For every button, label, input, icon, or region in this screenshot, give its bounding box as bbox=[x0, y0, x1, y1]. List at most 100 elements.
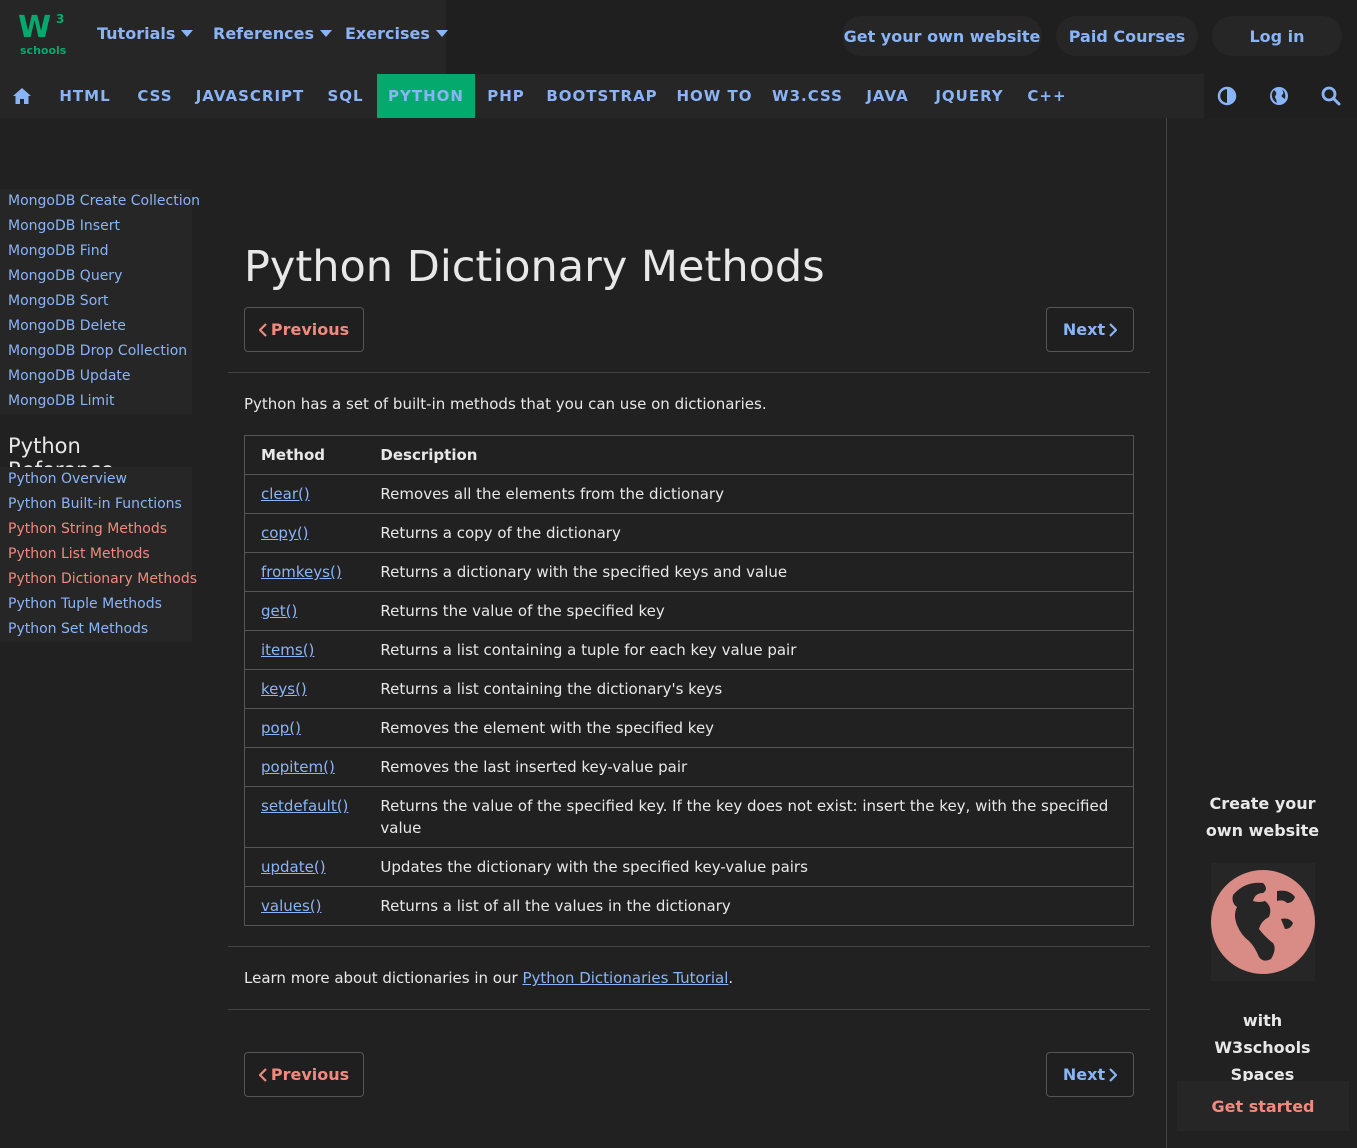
method-link-keys[interactable]: keys() bbox=[261, 680, 307, 698]
chevron-left-icon bbox=[258, 1067, 267, 1082]
method-description: Returns a dictionary with the specified … bbox=[364, 552, 1134, 592]
python-reference-links: Python Overview Python Built-in Function… bbox=[0, 467, 197, 642]
subnav-javascript[interactable]: JAVASCRIPT bbox=[186, 74, 314, 118]
logo-superscript: 3 bbox=[56, 12, 65, 26]
globe-icon bbox=[1211, 870, 1315, 974]
subnav-bootstrap[interactable]: BOOTSTRAP bbox=[537, 74, 667, 118]
get-started-button[interactable]: Get started bbox=[1177, 1081, 1349, 1131]
top-bar: W 3 schools Tutorials References Exercis… bbox=[0, 0, 1357, 74]
table-row: clear() Removes all the elements from the… bbox=[244, 474, 1134, 514]
method-description: Returns a list of all the values in the … bbox=[364, 886, 1134, 926]
references-label: References bbox=[213, 24, 314, 43]
caret-down-icon bbox=[319, 30, 332, 37]
sidebar-item-python-string-methods[interactable]: Python String Methods bbox=[0, 517, 192, 542]
method-link-popitem[interactable]: popitem() bbox=[261, 758, 335, 776]
sidebar-item-mongodb-query[interactable]: MongoDB Query bbox=[0, 264, 192, 289]
table-row: fromkeys() Returns a dictionary with the … bbox=[244, 552, 1134, 592]
w3schools-logo[interactable]: W 3 schools bbox=[18, 10, 70, 60]
subnav-cpp[interactable]: C++ bbox=[1017, 74, 1077, 118]
method-description: Removes the last inserted key-value pair bbox=[364, 747, 1134, 787]
search-button[interactable] bbox=[1309, 74, 1353, 118]
methods-table: Method Description clear() Removes all th… bbox=[244, 435, 1134, 926]
ad-globe-box bbox=[1211, 863, 1315, 981]
sidebar-item-python-builtin-functions[interactable]: Python Built-in Functions bbox=[0, 492, 192, 517]
method-link-get[interactable]: get() bbox=[261, 602, 297, 620]
ad-subline: with W3schools Spaces bbox=[1214, 1011, 1311, 1084]
table-row: values() Returns a list of all the values… bbox=[244, 886, 1134, 926]
sidebar-item-mongodb-find[interactable]: MongoDB Find bbox=[0, 239, 192, 264]
method-link-fromkeys[interactable]: fromkeys() bbox=[261, 563, 342, 581]
paid-courses-button[interactable]: Paid Courses bbox=[1056, 16, 1198, 56]
next-label: Next bbox=[1062, 320, 1106, 339]
subnav-html[interactable]: HTML bbox=[46, 74, 124, 118]
table-row: copy() Returns a copy of the dictionary bbox=[244, 513, 1134, 553]
tutorials-menu[interactable]: Tutorials bbox=[97, 24, 194, 43]
sidebar-item-mongodb-sort[interactable]: MongoDB Sort bbox=[0, 289, 192, 314]
exercises-menu[interactable]: Exercises bbox=[345, 24, 448, 43]
method-link-copy[interactable]: copy() bbox=[261, 524, 309, 542]
learn-more-text: Learn more about dictionaries in our Pyt… bbox=[244, 969, 733, 987]
sidebar-item-mongodb-insert[interactable]: MongoDB Insert bbox=[0, 214, 192, 239]
next-button-bottom[interactable]: Next bbox=[1046, 1052, 1134, 1097]
home-icon bbox=[13, 88, 31, 104]
sidebar-item-python-list-methods[interactable]: Python List Methods bbox=[0, 542, 192, 567]
sidebar-item-python-dictionary-methods[interactable]: Python Dictionary Methods bbox=[0, 567, 197, 592]
sidebar-item-mongodb-update[interactable]: MongoDB Update bbox=[0, 364, 192, 389]
tutorials-label: Tutorials bbox=[97, 24, 176, 43]
table-row: update() Updates the dictionary with the … bbox=[244, 847, 1134, 887]
method-link-items[interactable]: items() bbox=[261, 641, 314, 659]
caret-down-icon bbox=[181, 30, 194, 37]
divider bbox=[228, 1009, 1150, 1010]
subnav-css[interactable]: CSS bbox=[124, 74, 186, 118]
chevron-right-icon bbox=[1109, 1067, 1118, 1082]
logo-mark: W bbox=[18, 10, 51, 45]
chevron-right-icon bbox=[1109, 322, 1118, 337]
sidebar-item-mongodb-create-collection[interactable]: MongoDB Create Collection bbox=[0, 189, 200, 214]
home-button[interactable] bbox=[0, 74, 44, 118]
method-description: Returns a list containing a tuple for ea… bbox=[364, 630, 1134, 670]
sidebar-item-python-overview[interactable]: Python Overview bbox=[0, 467, 192, 492]
method-link-update[interactable]: update() bbox=[261, 858, 326, 876]
method-description: Returns a copy of the dictionary bbox=[364, 513, 1134, 553]
previous-button-top[interactable]: Previous bbox=[244, 307, 364, 352]
globe-icon bbox=[1270, 87, 1288, 105]
search-icon bbox=[1321, 86, 1341, 106]
subnav-howto[interactable]: HOW TO bbox=[667, 74, 762, 118]
chevron-left-icon bbox=[258, 322, 267, 337]
logo-text: schools bbox=[20, 44, 67, 57]
method-link-pop[interactable]: pop() bbox=[261, 719, 301, 737]
login-button[interactable]: Log in bbox=[1212, 16, 1342, 56]
method-link-setdefault[interactable]: setdefault() bbox=[261, 797, 348, 815]
method-link-values[interactable]: values() bbox=[261, 897, 322, 915]
sidebar-item-python-set-methods[interactable]: Python Set Methods bbox=[0, 617, 192, 642]
subnav-python[interactable]: PYTHON bbox=[377, 74, 475, 118]
subnav-jquery[interactable]: JQUERY bbox=[922, 74, 1017, 118]
ad-headline: Create your own website bbox=[1205, 794, 1320, 840]
subnav-sql[interactable]: SQL bbox=[314, 74, 377, 118]
sidebar-item-python-tuple-methods[interactable]: Python Tuple Methods bbox=[0, 592, 192, 617]
right-column: Create your own website with W3schools S… bbox=[1166, 118, 1357, 1148]
dictionaries-tutorial-link[interactable]: Python Dictionaries Tutorial bbox=[522, 969, 728, 987]
sidebar-item-mongodb-limit[interactable]: MongoDB Limit bbox=[0, 389, 192, 414]
previous-label: Previous bbox=[270, 1065, 350, 1084]
method-description: Removes all the elements from the dictio… bbox=[364, 474, 1134, 514]
method-description: Returns the value of the specified key. … bbox=[364, 786, 1134, 848]
subnav-w3css[interactable]: W3.CSS bbox=[762, 74, 853, 118]
table-row: items() Returns a list containing a tuple… bbox=[244, 630, 1134, 670]
next-button-top[interactable]: Next bbox=[1046, 307, 1134, 352]
table-row: keys() Returns a list containing the dict… bbox=[244, 669, 1134, 709]
references-menu[interactable]: References bbox=[213, 24, 332, 43]
sidebar-item-mongodb-delete[interactable]: MongoDB Delete bbox=[0, 314, 192, 339]
method-link-clear[interactable]: clear() bbox=[261, 485, 310, 503]
language-button[interactable] bbox=[1257, 74, 1301, 118]
subnav-java[interactable]: JAVA bbox=[853, 74, 922, 118]
theme-toggle-button[interactable] bbox=[1205, 74, 1249, 118]
previous-button-bottom[interactable]: Previous bbox=[244, 1052, 364, 1097]
subnav-php[interactable]: PHP bbox=[475, 74, 537, 118]
learn-more-prefix: Learn more about dictionaries in our bbox=[244, 969, 523, 987]
table-row: setdefault() Returns the value of the spe… bbox=[244, 786, 1134, 848]
sidebar-item-mongodb-drop-collection[interactable]: MongoDB Drop Collection bbox=[0, 339, 192, 364]
get-website-button[interactable]: Get your own website bbox=[842, 16, 1042, 56]
mongodb-links: MongoDB Create Collection MongoDB Insert… bbox=[0, 189, 200, 414]
method-description: Returns a list containing the dictionary… bbox=[364, 669, 1134, 709]
